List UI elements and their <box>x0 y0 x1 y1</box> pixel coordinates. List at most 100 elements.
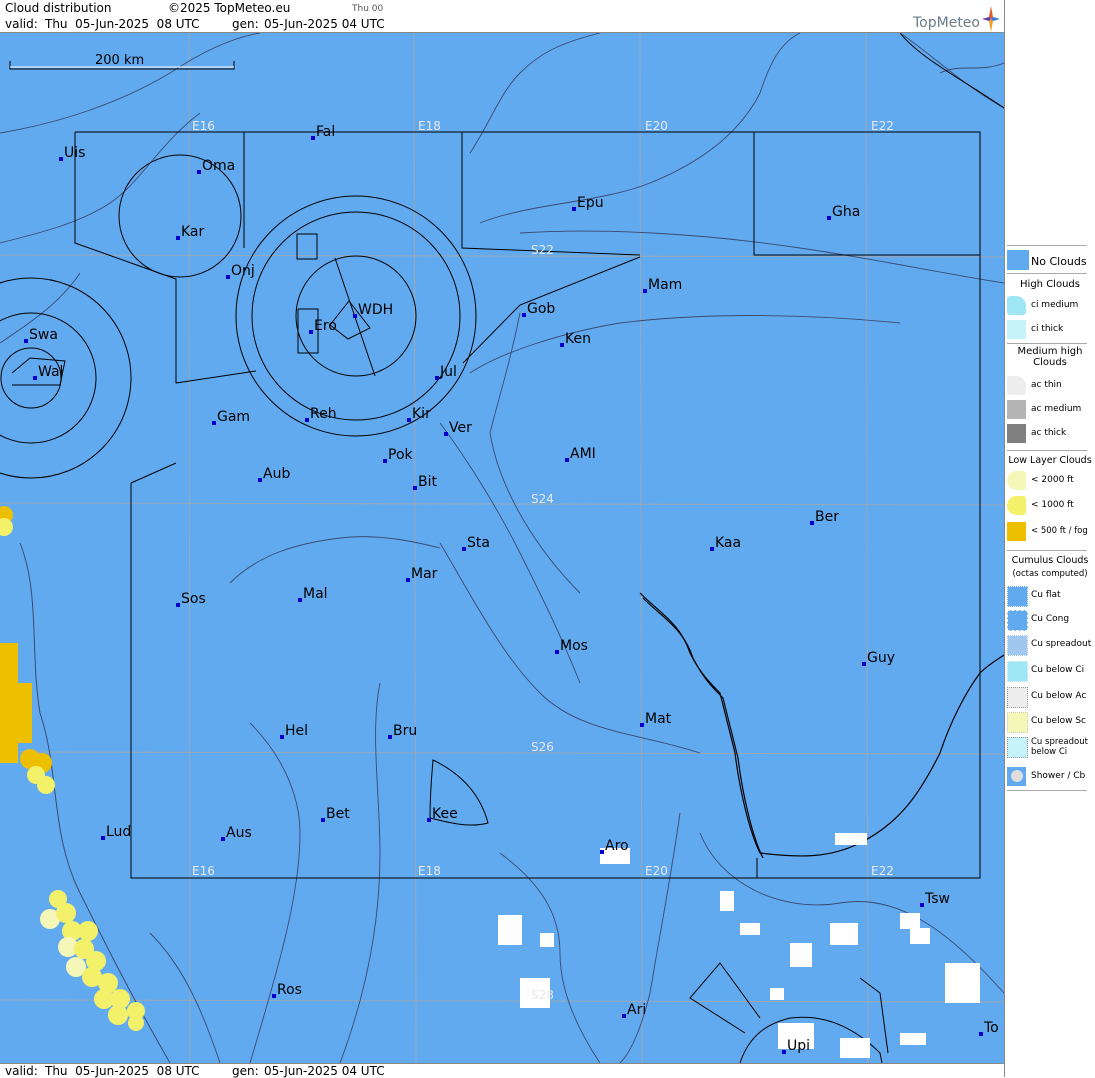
station-label-uis: Uis <box>64 145 85 161</box>
station-marker-kir <box>407 418 411 422</box>
legend-medium-header: Medium high Clouds <box>1017 346 1083 368</box>
station-marker-gam <box>212 421 216 425</box>
station-label-upi: Upi <box>787 1038 810 1054</box>
station-label-aub: Aub <box>263 466 290 482</box>
legend-high-header: High Clouds <box>1020 279 1080 290</box>
station-label-wal: Wal <box>38 364 63 380</box>
station-marker-mal <box>298 598 302 602</box>
station-markers: Uis Fal Oma Kar Epu Gha Onj Mam Gob Swa WDH Ero Ken W… <box>24 124 999 1054</box>
airspace-boundaries <box>0 33 1004 1063</box>
station-marker-epu <box>572 207 576 211</box>
logo-text: TopMeteo <box>913 15 980 31</box>
map-canvas: 200 km E16 E18 E20 E22 S22 S24 S26 E16 E… <box>0 33 1004 1063</box>
station-label-kar: Kar <box>181 224 205 240</box>
station-label-to: To <box>983 1020 999 1036</box>
legend-divider <box>1007 343 1087 344</box>
no-clouds-swatch <box>1007 250 1029 270</box>
station-label-pok: Pok <box>388 447 414 463</box>
station-label-hel: Hel <box>285 723 308 739</box>
station-marker-wdh <box>353 314 357 318</box>
station-marker-gha <box>827 216 831 220</box>
cu-spreadout-below-ci-swatch <box>1007 737 1028 758</box>
station-marker-sos <box>176 603 180 607</box>
grid-label-e22-bottom: E22 <box>871 864 894 878</box>
station-label-ros: Ros <box>277 982 302 998</box>
station-label-guy: Guy <box>867 650 895 666</box>
grid-label-e18-top: E18 <box>418 119 441 133</box>
station-marker-jul <box>435 376 439 380</box>
station-label-jul: Jul <box>439 364 457 380</box>
shower-cb-swatch <box>1007 767 1026 786</box>
cu-cong-swatch <box>1007 610 1028 631</box>
station-marker-aus <box>221 837 225 841</box>
station-label-gob: Gob <box>527 301 555 317</box>
station-marker-gob <box>522 313 526 317</box>
station-marker-upi <box>782 1050 786 1054</box>
grid-label-e20-bottom: E20 <box>645 864 668 878</box>
station-label-sta: Sta <box>467 535 490 551</box>
cu-flat-swatch <box>1007 586 1028 607</box>
station-marker-wal <box>33 376 37 380</box>
cloud-map[interactable]: 200 km E16 E18 E20 E22 S22 S24 S26 E16 E… <box>0 33 1004 1063</box>
map-title: Cloud distribution <box>5 1 112 15</box>
border-lines <box>639 592 1004 859</box>
valid-label: valid: <box>5 17 38 31</box>
grid-label-e22-top: E22 <box>871 119 894 133</box>
station-label-epu: Epu <box>577 195 604 211</box>
station-marker-tsw <box>920 903 924 907</box>
station-marker-to <box>979 1032 983 1036</box>
grid-label-s22: S22 <box>531 243 554 257</box>
station-label-mal: Mal <box>303 586 328 602</box>
legend-cumulus-sub: (octas computed) <box>1012 569 1088 579</box>
cloud-icon <box>1011 770 1023 782</box>
station-label-oma: Oma <box>202 158 235 174</box>
ac-thick-swatch <box>1007 424 1026 443</box>
ac-thin-swatch <box>1007 376 1026 395</box>
station-label-kir: Kir <box>412 406 431 422</box>
low-2000-swatch <box>1007 471 1026 490</box>
station-label-ver: Ver <box>449 420 472 436</box>
station-marker-bet <box>321 818 325 822</box>
legend-divider <box>1007 790 1087 791</box>
station-label-mat: Mat <box>645 711 672 727</box>
legend-divider <box>1007 273 1087 274</box>
station-label-reh: Reh <box>310 406 337 422</box>
station-marker-mat <box>640 723 644 727</box>
grid-label-s26: S26 <box>531 740 554 754</box>
grid-label-e20-top: E20 <box>645 119 668 133</box>
legend-cumulus-header: Cumulus Clouds <box>1011 555 1089 566</box>
low-500-swatch <box>1007 522 1026 541</box>
station-marker-aub <box>258 478 262 482</box>
station-label-ami: AMI <box>570 446 596 462</box>
station-marker-kar <box>176 236 180 240</box>
ac-medium-swatch <box>1007 400 1026 419</box>
station-marker-oma <box>197 170 201 174</box>
grid-label-e16-top: E16 <box>192 119 215 133</box>
graticule <box>0 33 1004 1063</box>
station-marker-onj <box>226 275 230 279</box>
station-marker-ros <box>272 994 276 998</box>
scale-bar: 200 km <box>9 53 235 70</box>
station-marker-sta <box>462 547 466 551</box>
footer-bar: valid: Thu 05-Jun-2025 08 UTC gen: 05-Ju… <box>0 1063 1004 1078</box>
station-label-ero: Ero <box>314 318 337 334</box>
copyright: ©2025 TopMeteo.eu <box>168 1 291 15</box>
station-label-bit: Bit <box>418 474 437 490</box>
legend-panel: No Clouds High Clouds ci medium ci thick… <box>1004 0 1095 1077</box>
grid-label-s24: S24 <box>531 492 554 506</box>
cu-spreadout-swatch <box>1007 635 1028 656</box>
compass-icon <box>982 6 1000 32</box>
station-label-fal: Fal <box>316 124 335 140</box>
grid-label-s28: S28 <box>531 988 554 1002</box>
station-label-ber: Ber <box>815 509 839 525</box>
station-label-gha: Gha <box>832 204 860 220</box>
valid-time: Thu 05-Jun-2025 08 UTC <box>45 17 200 31</box>
station-marker-hel <box>280 735 284 739</box>
header-bar: Cloud distribution ©2025 TopMeteo.eu Thu… <box>0 0 1004 33</box>
station-marker-kee <box>427 818 431 822</box>
station-label-ken: Ken <box>565 331 591 347</box>
cu-below-ac-swatch <box>1007 687 1028 708</box>
station-label-swa: Swa <box>29 327 58 343</box>
station-marker-lud <box>101 836 105 840</box>
gen-time: 05-Jun-2025 04 UTC <box>264 17 385 31</box>
